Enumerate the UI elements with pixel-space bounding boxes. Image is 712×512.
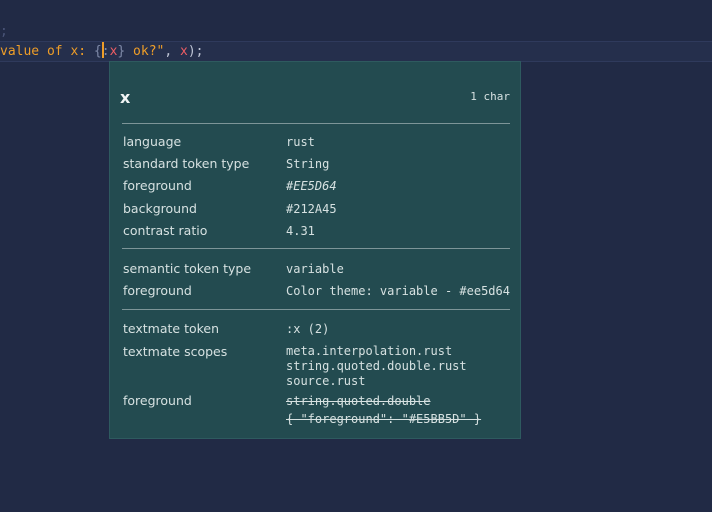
token-name: x <box>120 88 131 107</box>
value-foreground: #EE5D64 <box>286 179 337 193</box>
code-colon: : <box>101 44 110 59</box>
token-inspector-hover: x 1 char language rust standard token ty… <box>109 61 521 439</box>
value-scope-3: source.rust <box>286 374 366 388</box>
label-contrast-ratio: contrast ratio <box>123 223 208 238</box>
value-textmate-foreground-rule: { "foreground": "#E5BB5D" } <box>286 412 482 426</box>
token-length: 1 char <box>470 90 510 103</box>
code-brace-open: { <box>93 44 102 59</box>
divider <box>122 248 510 249</box>
value-language: rust <box>286 135 315 149</box>
code-string-suffix: ok?" <box>125 44 165 59</box>
code-string-prefix: value of x: <box>0 44 94 59</box>
divider <box>122 123 510 124</box>
value-semantic-foreground: Color theme: variable - #ee5d64 <box>286 284 510 298</box>
value-textmate-foreground-scope: string.quoted.double <box>286 394 431 408</box>
label-textmate-scopes: textmate scopes <box>123 344 228 359</box>
label-textmate-foreground: foreground <box>123 393 192 408</box>
label-textmate-token: textmate token <box>123 321 220 336</box>
value-semantic-token-type: variable <box>286 262 344 276</box>
value-scope-2: string.quoted.double.rust <box>286 359 467 373</box>
code-argument-x: x <box>180 44 188 59</box>
value-textmate-token: :x (2) <box>286 322 330 336</box>
label-semantic-token-type: semantic token type <box>123 261 252 276</box>
label-background: background <box>123 201 197 216</box>
value-scope-1: meta.interpolation.rust <box>286 344 453 358</box>
value-background: #212A45 <box>286 202 337 216</box>
label-language: language <box>123 134 182 149</box>
label-standard-token-type: standard token type <box>123 156 250 171</box>
code-line[interactable]: value of x: {:x} ok?", x); <box>0 41 712 62</box>
code-comma: , <box>164 44 181 59</box>
divider <box>122 309 510 310</box>
editor-line-above: ; <box>0 24 8 39</box>
label-semantic-foreground: foreground <box>123 283 192 298</box>
value-standard-token-type: String <box>286 157 330 171</box>
label-foreground: foreground <box>123 178 192 193</box>
code-close-paren: ); <box>187 44 204 59</box>
value-contrast-ratio: 4.31 <box>286 224 315 238</box>
